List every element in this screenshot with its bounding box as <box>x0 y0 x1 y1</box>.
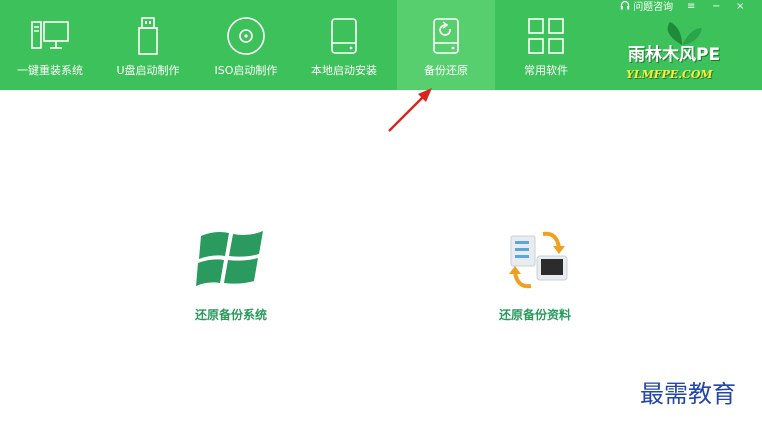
nav-label: 常用软件 <box>524 64 568 77</box>
nav-label: 一键重装系统 <box>17 64 83 77</box>
brand-logo: 雨林木风PE YLMFPE.COM <box>624 18 740 88</box>
top-toolbar: 一键重装系统 U盘启动制作 ISO启动制作 本地启动安装 备份还原 常用软件 问… <box>0 0 762 90</box>
close-icon: × <box>736 1 745 12</box>
nav-label: ISO启动制作 <box>214 64 278 77</box>
file-transfer-icon <box>509 231 568 289</box>
headset-icon <box>620 0 630 10</box>
restore-data-button[interactable]: 还原备份资料 <box>488 226 582 323</box>
help-link[interactable]: 问题咨询 <box>620 0 673 14</box>
restore-system-button[interactable]: 还原备份系统 <box>185 226 277 323</box>
hard-drive-icon <box>331 18 357 54</box>
app-grid-icon <box>528 18 564 54</box>
disc-icon <box>227 17 265 55</box>
logo-url: YLMFPE.COM <box>626 68 713 81</box>
restore-system-label: 还原备份系统 <box>194 308 267 322</box>
restore-data-label: 还原备份资料 <box>498 308 571 322</box>
watermark: 最需教育 <box>640 380 736 408</box>
nav-item-backup-restore[interactable]: 备份还原 <box>397 0 495 90</box>
nav-item-local-boot-install[interactable]: 本地启动安装 <box>295 0 393 90</box>
usb-drive-icon <box>138 17 158 55</box>
close-button[interactable]: × <box>736 0 744 14</box>
nav-label: U盘启动制作 <box>116 64 180 77</box>
nav-item-iso-boot[interactable]: ISO启动制作 <box>197 0 295 90</box>
menu-icon: ≡ <box>687 1 696 12</box>
nav-item-one-click-reinstall[interactable]: 一键重装系统 <box>1 0 99 90</box>
logo-text: 雨林木风PE <box>628 45 721 65</box>
pointer-arrow <box>388 88 432 132</box>
computer-icon <box>31 21 69 49</box>
windows-logo-icon <box>196 231 263 286</box>
nav-item-common-software[interactable]: 常用软件 <box>497 0 595 90</box>
nav-label: 本地启动安装 <box>311 64 377 77</box>
backup-restore-icon <box>433 18 459 54</box>
help-label: 问题咨询 <box>633 2 674 13</box>
nav-item-usb-boot[interactable]: U盘启动制作 <box>99 0 197 90</box>
minimize-icon: − <box>712 1 721 12</box>
menu-button[interactable]: ≡ <box>687 0 695 14</box>
nav-label: 备份还原 <box>424 64 468 77</box>
minimize-button[interactable]: − <box>712 0 720 14</box>
